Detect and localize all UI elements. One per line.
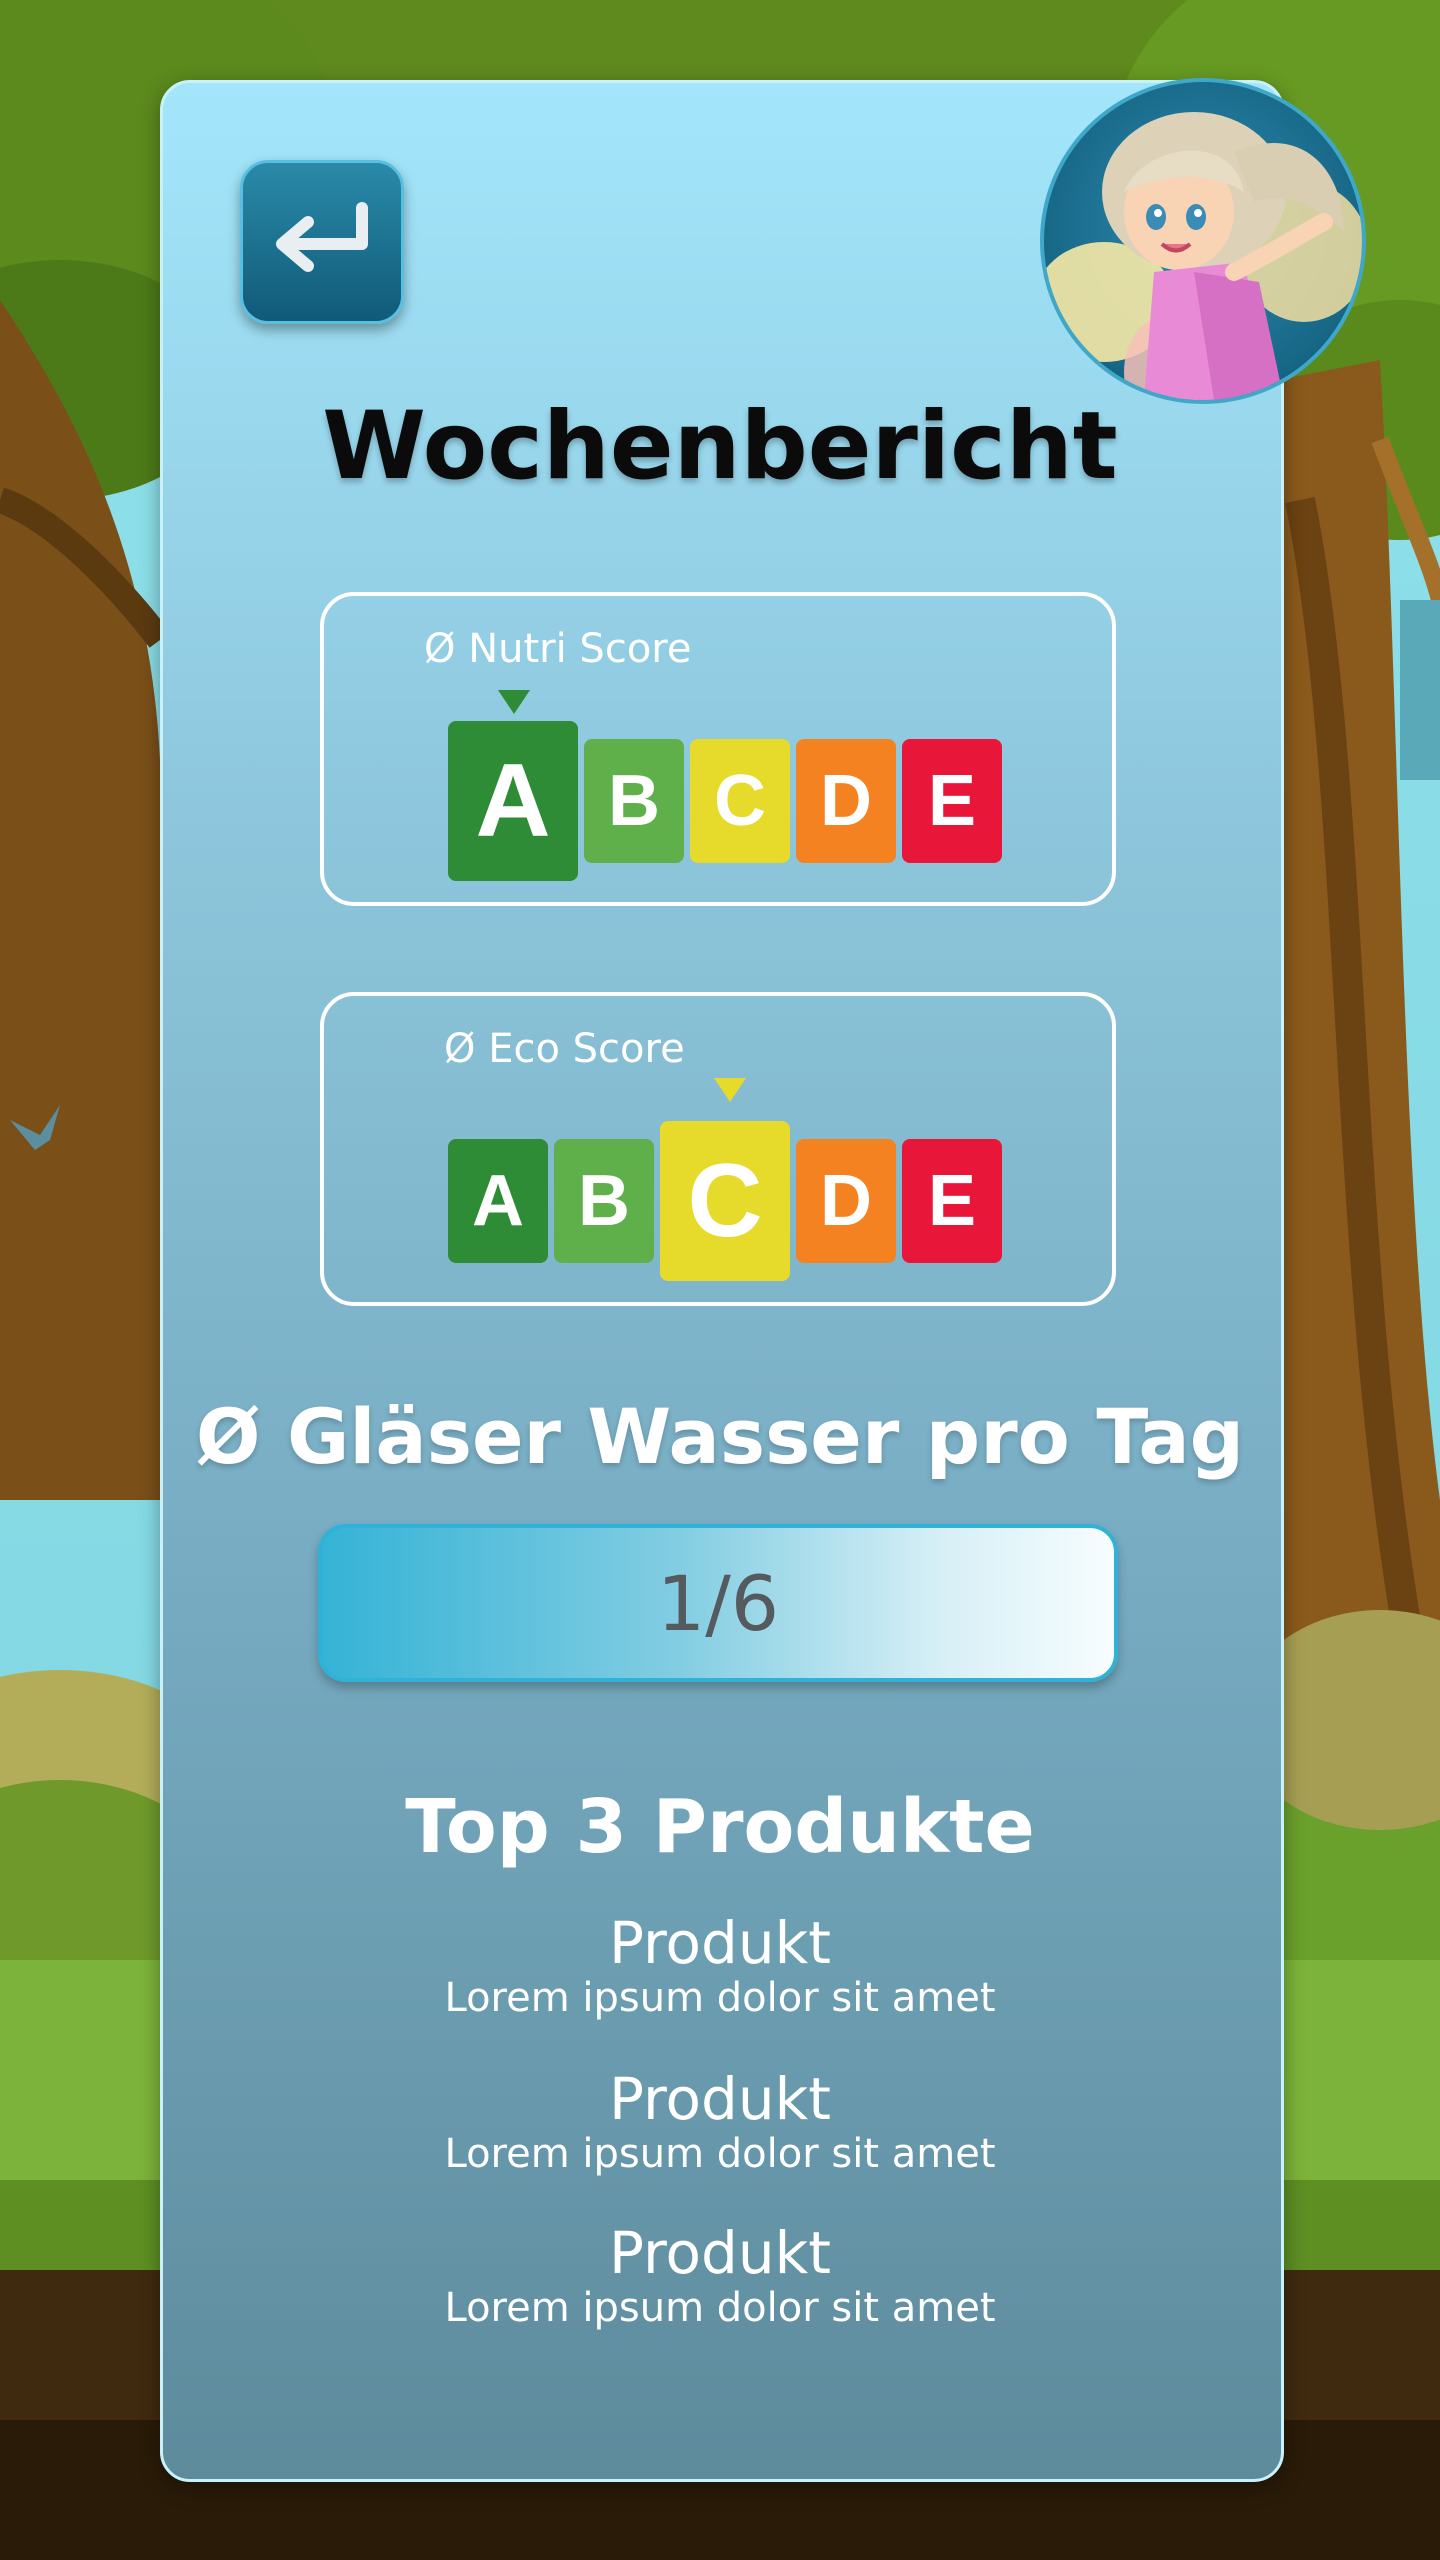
water-progress-bar: 1/6 bbox=[318, 1524, 1118, 1682]
nutri-grade-e: E bbox=[902, 739, 1002, 863]
fairy-avatar[interactable] bbox=[1040, 78, 1366, 404]
product-item[interactable]: Produkt Lorem ipsum dolor sit amet bbox=[160, 2222, 1280, 2332]
product-item[interactable]: Produkt Lorem ipsum dolor sit amet bbox=[160, 2068, 1280, 2178]
water-section-title: Ø Gläser Wasser pro Tag bbox=[195, 1392, 1245, 1481]
product-name: Produkt bbox=[609, 2065, 831, 2133]
eco-grade-a: A bbox=[448, 1139, 548, 1263]
eco-grade-d: D bbox=[796, 1139, 896, 1263]
nutri-grade-a: A bbox=[448, 721, 578, 881]
product-description: Lorem ipsum dolor sit amet bbox=[444, 1975, 996, 2021]
eco-grade-c: C bbox=[660, 1121, 790, 1281]
nutri-grade-c: C bbox=[690, 739, 790, 863]
eco-grade-e: E bbox=[902, 1139, 1002, 1263]
nutri-grade-d: D bbox=[796, 739, 896, 863]
eco-score-grades: ABCDE bbox=[324, 996, 1112, 1302]
top-products-title: Top 3 Produkte bbox=[405, 1784, 1035, 1870]
fairy-icon bbox=[1044, 112, 1362, 400]
product-description: Lorem ipsum dolor sit amet bbox=[444, 2131, 996, 2177]
eco-score-card: Ø Eco Score ABCDE bbox=[320, 992, 1116, 1306]
product-name: Produkt bbox=[609, 1909, 831, 1977]
return-arrow-icon bbox=[276, 202, 368, 272]
nutri-grade-b: B bbox=[584, 739, 684, 863]
nutri-score-grades: ABCDE bbox=[324, 596, 1112, 902]
eco-grade-b: B bbox=[554, 1139, 654, 1263]
product-item[interactable]: Produkt Lorem ipsum dolor sit amet bbox=[160, 1912, 1280, 2022]
nutri-score-card: Ø Nutri Score ABCDE bbox=[320, 592, 1116, 906]
back-button[interactable] bbox=[240, 160, 404, 324]
product-name: Produkt bbox=[609, 2219, 831, 2287]
product-description: Lorem ipsum dolor sit amet bbox=[444, 2285, 996, 2331]
water-progress-value: 1/6 bbox=[656, 1558, 780, 1648]
page-title: Wochenbericht bbox=[322, 392, 1118, 501]
